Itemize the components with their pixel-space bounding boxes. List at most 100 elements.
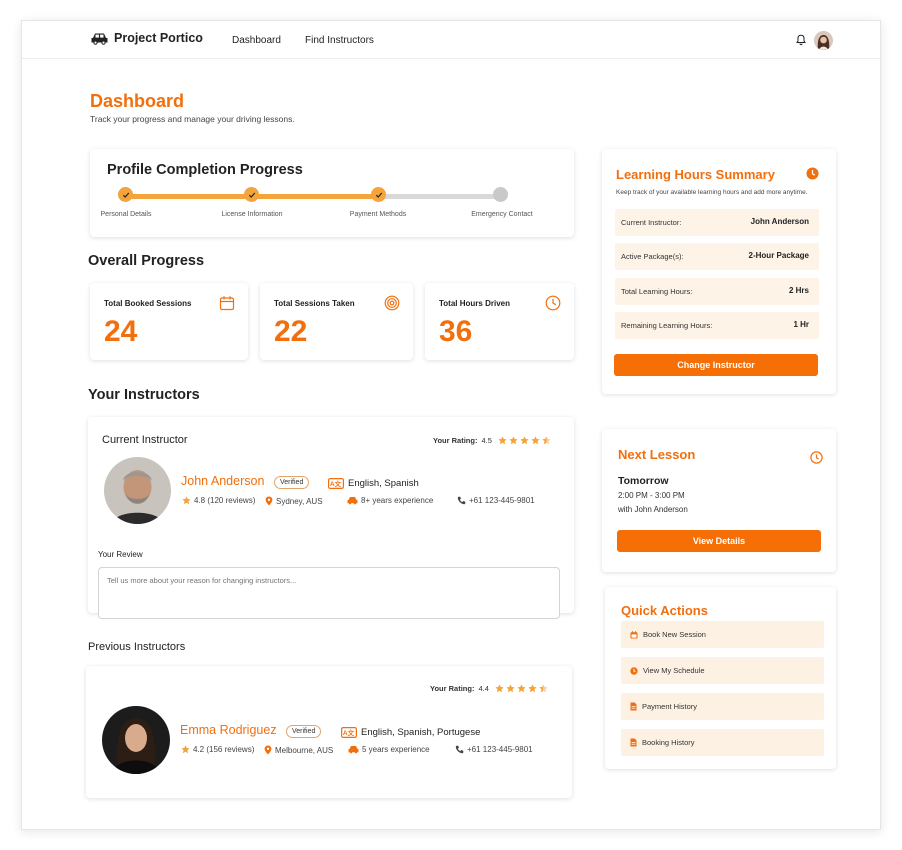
rating-value: 4.5 — [481, 436, 492, 445]
summary-value: 2-Hour Package — [748, 251, 809, 260]
clock-filled-icon — [806, 167, 819, 180]
check-icon — [122, 192, 129, 198]
language-icon: A文 — [341, 727, 357, 738]
document-icon — [630, 738, 637, 747]
svg-text:A文: A文 — [343, 728, 355, 737]
page-subtitle: Track your progress and manage your driv… — [90, 114, 295, 124]
next-lesson-instructor: with John Anderson — [618, 505, 688, 514]
stat-card-hours-driven: Total Hours Driven 36 — [425, 283, 574, 360]
experience-text: 8+ years experience — [361, 496, 434, 505]
stat-label: Total Booked Sessions — [104, 299, 192, 308]
summary-label: Current Instructor: — [621, 218, 682, 227]
nav-find-instructors[interactable]: Find Instructors — [305, 35, 374, 46]
language-icon: A文 — [328, 478, 344, 489]
calendar-icon — [630, 630, 638, 638]
languages: A文 English, Spanish, Portugese — [341, 727, 480, 738]
quick-action-booking-history[interactable]: Booking History — [621, 729, 824, 756]
stat-card-booked-sessions: Total Booked Sessions 24 — [90, 283, 248, 360]
top-navbar: Project Portico Dashboard Find Instructo… — [22, 21, 880, 59]
star-icon[interactable] — [506, 684, 515, 693]
languages: A文 English, Spanish — [328, 478, 419, 489]
instructor-experience: 8+ years experience — [347, 496, 433, 505]
instructor-photo — [104, 457, 171, 524]
car-icon — [348, 746, 359, 754]
star-icon[interactable] — [509, 436, 518, 445]
summary-label: Remaining Learning Hours: — [621, 321, 713, 330]
rating-value: 4.4 — [478, 684, 489, 693]
quick-action-label: Booking History — [642, 738, 695, 747]
step-dot-emergency-contact — [493, 187, 508, 202]
nav-dashboard[interactable]: Dashboard — [232, 35, 281, 46]
learning-hours-title: Learning Hours Summary — [616, 167, 775, 182]
languages-text: English, Spanish, Portugese — [361, 727, 481, 738]
overall-progress-title: Overall Progress — [88, 253, 205, 269]
instructor-location: Sydney, AUS — [265, 496, 323, 506]
next-lesson-title: Next Lesson — [618, 447, 696, 462]
clock-icon — [630, 666, 638, 675]
star-icon[interactable] — [498, 436, 507, 445]
document-icon — [630, 702, 637, 711]
car-icon — [347, 497, 358, 505]
star-icon[interactable] — [517, 684, 526, 693]
instructor-phone[interactable]: +61 123-445-9801 — [455, 745, 533, 754]
summary-row: Current Instructor: John Anderson — [615, 209, 819, 236]
your-rating[interactable]: Your Rating: 4.5 — [433, 436, 551, 445]
reviews-text: 4.8 (120 reviews) — [194, 496, 256, 505]
stat-value: 22 — [274, 315, 308, 348]
phone-icon — [455, 745, 464, 754]
app-window: Project Portico Dashboard Find Instructo… — [21, 20, 881, 830]
star-half-icon[interactable] — [542, 436, 551, 445]
step-dot-payment-methods — [371, 187, 386, 202]
quick-action-payment-history[interactable]: Payment History — [621, 693, 824, 720]
stat-value: 24 — [104, 315, 138, 348]
experience-text: 5 years experience — [362, 745, 430, 754]
summary-value: 1 Hr — [793, 320, 809, 329]
summary-label: Active Package(s): — [621, 252, 684, 261]
brand-name: Project Portico — [114, 31, 203, 45]
star-half-icon[interactable] — [539, 684, 548, 693]
review-input[interactable] — [98, 567, 560, 619]
summary-value: 2 Hrs — [788, 286, 809, 295]
learning-hours-subtitle: Keep track of your available learning ho… — [616, 189, 808, 196]
quick-action-book-session[interactable]: Book New Session — [621, 621, 824, 648]
brand[interactable]: Project Portico — [90, 31, 203, 45]
quick-actions-title: Quick Actions — [621, 603, 708, 618]
user-avatar[interactable] — [814, 31, 833, 50]
star-icon[interactable] — [520, 436, 529, 445]
view-details-button[interactable]: View Details — [617, 530, 821, 552]
stat-label: Total Sessions Taken — [274, 299, 355, 308]
phone-text: +61 123-445-9801 — [469, 496, 535, 505]
star-icon[interactable] — [495, 684, 504, 693]
quick-action-view-schedule[interactable]: View My Schedule — [621, 657, 824, 684]
instructor-name[interactable]: Emma Rodriguez — [180, 723, 277, 737]
instructor-name[interactable]: John Anderson — [181, 474, 264, 488]
phone-text: +61 123-445-9801 — [467, 745, 533, 754]
reviews-text: 4.2 (156 reviews) — [193, 745, 255, 754]
learning-hours-card: Learning Hours Summary Keep track of you… — [602, 149, 836, 394]
stat-card-sessions-taken: Total Sessions Taken 22 — [260, 283, 413, 360]
star-icon[interactable] — [531, 436, 540, 445]
quick-action-label: Book New Session — [643, 630, 706, 639]
instructor-photo — [102, 706, 170, 774]
stat-label: Total Hours Driven — [439, 299, 510, 308]
star-icon[interactable] — [528, 684, 537, 693]
quick-action-label: Payment History — [642, 702, 698, 711]
bell-icon[interactable] — [795, 34, 807, 46]
rating-label: Your Rating: — [433, 436, 478, 445]
instructor-reviews: 4.2 (156 reviews) — [181, 745, 254, 754]
next-lesson-card: Next Lesson Tomorrow 2:00 PM - 3:00 PM w… — [602, 429, 836, 572]
instructor-phone[interactable]: +61 123-445-9801 — [457, 496, 535, 505]
change-instructor-button[interactable]: Change Instructor — [614, 354, 818, 376]
clock-icon — [545, 295, 561, 311]
summary-label: Total Learning Hours: — [621, 287, 693, 296]
step-label: License Information — [221, 211, 283, 218]
clock-icon — [810, 451, 823, 464]
location-text: Sydney, AUS — [276, 496, 323, 506]
location-pin-icon — [264, 745, 272, 755]
step-dot-personal-details — [118, 187, 133, 202]
rating-label: Your Rating: — [430, 684, 475, 693]
target-icon — [384, 295, 400, 311]
your-rating[interactable]: Your Rating: 4.4 — [430, 684, 548, 693]
current-instructor-heading: Current Instructor — [102, 434, 188, 446]
previous-instructor-card: Your Rating: 4.4 Emma Rodriguez Verified… — [86, 666, 572, 798]
